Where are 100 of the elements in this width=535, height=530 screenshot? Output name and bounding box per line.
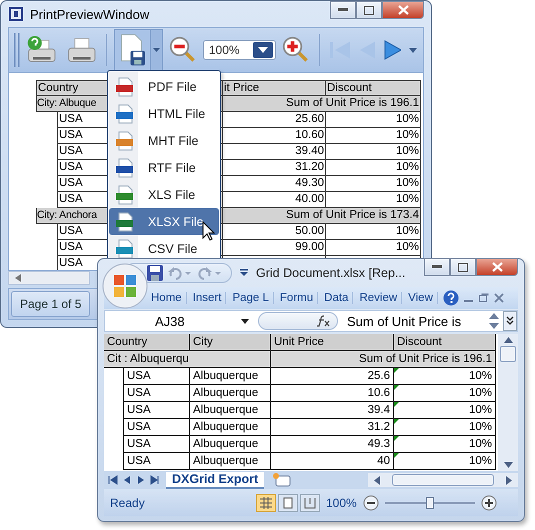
table-cell: 10%: [326, 176, 421, 192]
table-cell: 10.60: [223, 128, 326, 144]
table-cell: 10%: [468, 455, 492, 467]
minimize-icon: [432, 265, 442, 269]
scroll-up-icon[interactable]: [504, 337, 512, 343]
office-button[interactable]: [102, 263, 148, 309]
minimize-button[interactable]: [424, 258, 450, 276]
function-icon: [315, 315, 331, 327]
maximize-icon: [458, 262, 468, 272]
table-cell: 99.00: [223, 240, 326, 256]
caret-icon: [409, 48, 417, 52]
table-cell: Albuquerque: [190, 368, 271, 385]
help-icon[interactable]: [442, 290, 459, 306]
table-cell: 49.30: [223, 176, 326, 192]
table-cell: USA: [124, 419, 190, 436]
customize-icon[interactable]: [240, 269, 248, 277]
page-break-icon[interactable]: [300, 494, 320, 512]
name-box[interactable]: AJ38: [105, 314, 255, 328]
table-cell: 10%: [468, 438, 492, 450]
table-cell: 10%: [468, 387, 492, 399]
group-row-label: City: Anchora: [36, 208, 108, 224]
column-header: Country: [36, 80, 108, 96]
column-header: Discount: [326, 80, 421, 96]
column-header: Country: [104, 334, 190, 351]
zoom-out-icon[interactable]: [362, 494, 379, 510]
group-summary: Sum of Unit Price is 196.1: [271, 351, 496, 368]
scroll-down-icon[interactable]: [504, 462, 512, 468]
table-cell: 25.6: [271, 368, 394, 385]
close-icon[interactable]: [494, 293, 504, 303]
horizontal-scrollbar[interactable]: [368, 473, 518, 487]
page-indicator: Page 1 of 5: [11, 291, 90, 317]
close-button[interactable]: [476, 258, 518, 276]
column-header: it Price: [223, 80, 326, 96]
table-cell: 10.6: [271, 385, 394, 402]
table-cell: 10%: [468, 404, 492, 416]
error-indicator-icon: [394, 385, 399, 390]
export-button[interactable]: [114, 29, 150, 71]
menu-item[interactable]: PDF File: [109, 73, 219, 100]
formula-field[interactable]: Sum of Unit Price is: [341, 314, 485, 328]
table-cell: 31.20: [223, 160, 326, 176]
status-text: Ready: [110, 496, 146, 510]
table-cell: 25.60: [223, 112, 326, 128]
sheet-navigation-icon[interactable]: [108, 475, 160, 485]
table-cell: Albuquerque: [190, 419, 271, 436]
close-button[interactable]: [382, 1, 424, 19]
menu-item[interactable]: CSV File: [109, 235, 219, 262]
ribbon-tab[interactable]: Home: [150, 292, 187, 304]
scroll-thumb[interactable]: [500, 346, 516, 362]
insert-function-button[interactable]: [258, 312, 338, 330]
expand-icon[interactable]: [503, 311, 517, 331]
zoom-level: 100%: [326, 496, 357, 510]
vertical-scrollbar[interactable]: [498, 334, 518, 471]
table-cell: USA: [124, 436, 190, 453]
restore-icon[interactable]: [478, 293, 489, 303]
menu-item[interactable]: MHT File: [109, 127, 219, 154]
table-cell: 10%: [468, 370, 492, 382]
error-indicator-icon: [394, 419, 399, 424]
zoom-in-icon[interactable]: [480, 494, 497, 510]
ribbon-tab[interactable]: Review: [358, 292, 402, 304]
dropdown-icon[interactable]: [252, 42, 273, 58]
export-dropdown-button[interactable]: [150, 29, 163, 71]
zoom-combo[interactable]: 100%: [202, 40, 276, 60]
group-summary: Sum of Unit Price is 173.4: [223, 208, 421, 224]
maximize-button[interactable]: [450, 258, 476, 276]
ribbon-tab[interactable]: View: [407, 292, 438, 304]
horizontal-scrollbar[interactable]: [8, 271, 90, 285]
normal-view-icon[interactable]: [256, 494, 276, 512]
table-cell: 31.2: [271, 419, 394, 436]
save-icon[interactable]: [147, 265, 163, 281]
ribbon-tab[interactable]: Page L: [231, 292, 274, 304]
close-icon: [492, 262, 502, 272]
ribbon-tab[interactable]: Data: [323, 292, 354, 304]
menu-item[interactable]: XLSX File: [109, 208, 219, 235]
page-layout-icon[interactable]: [278, 494, 298, 512]
table-cell: USA: [124, 385, 190, 402]
menu-item[interactable]: HTML File: [109, 100, 219, 127]
table-cell: USA: [124, 368, 190, 385]
table-cell: Albuquerque: [190, 436, 271, 453]
group-row-label: Cit : Albuquerqu: [104, 351, 271, 368]
minimize-button[interactable]: [330, 1, 356, 19]
new-sheet-icon[interactable]: [270, 472, 292, 488]
ribbon-tab[interactable]: Formu: [278, 292, 318, 304]
table-cell: 10%: [326, 224, 421, 240]
sheet-tab[interactable]: DXGrid Export: [166, 472, 264, 488]
menu-item[interactable]: XLS File: [109, 181, 219, 208]
zoom-slider[interactable]: [384, 496, 475, 510]
column-header: Unit Price: [271, 334, 394, 351]
error-indicator-icon: [394, 453, 399, 458]
ribbon-tab[interactable]: Insert: [192, 292, 226, 304]
table-cell: 39.4: [271, 402, 394, 419]
scroll-right-icon[interactable]: [506, 476, 512, 484]
maximize-button[interactable]: [356, 1, 382, 19]
scroll-left-icon[interactable]: [15, 274, 21, 282]
group-row-label: City: Albuque: [36, 96, 108, 112]
formula-scroll-icon[interactable]: [488, 311, 500, 331]
table-cell: 49.3: [271, 436, 394, 453]
column-header: Discount: [394, 334, 496, 351]
scroll-left-icon[interactable]: [374, 476, 380, 484]
table-cell: 10%: [326, 240, 421, 256]
menu-item[interactable]: RTF File: [109, 154, 219, 181]
